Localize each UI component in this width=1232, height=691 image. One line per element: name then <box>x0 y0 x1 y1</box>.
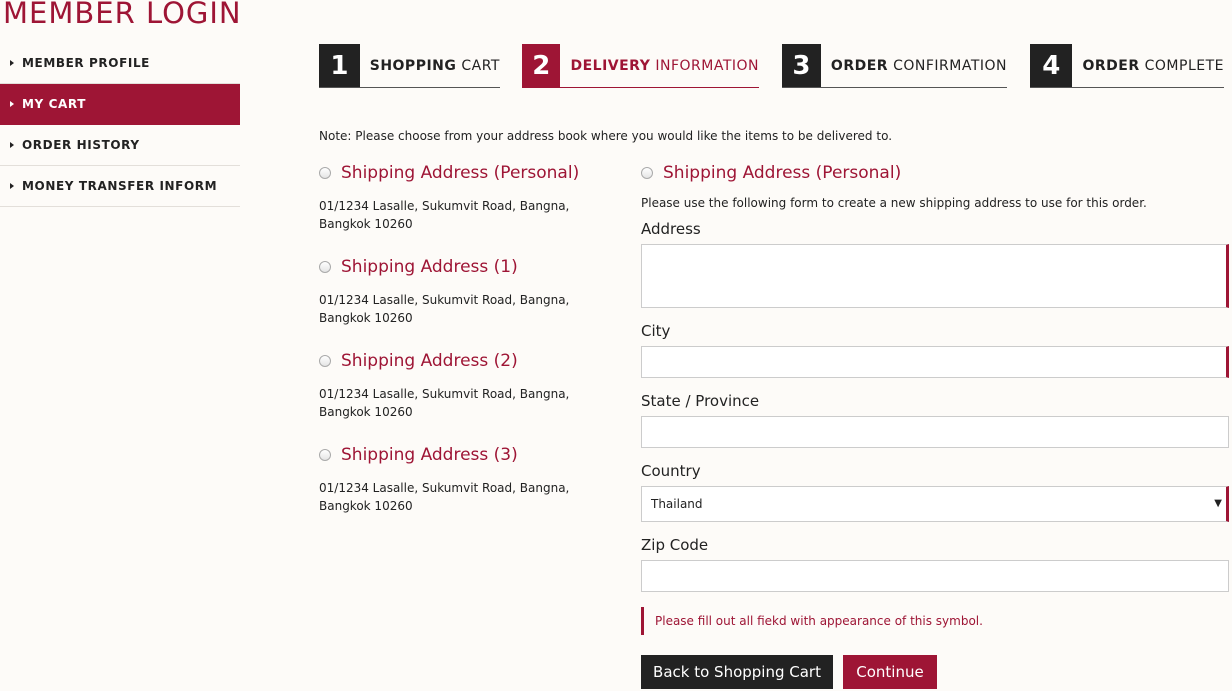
step-label-rest: CART <box>461 57 500 74</box>
triangle-right-icon <box>10 101 14 107</box>
new-address-radio[interactable] <box>641 167 653 179</box>
sidebar-item-order-history[interactable]: ORDER HISTORY <box>0 125 240 166</box>
step-label-bold: ORDER <box>830 57 889 74</box>
address-radio[interactable] <box>319 167 331 179</box>
new-address-form: Shipping Address (Personal) Please use t… <box>641 162 1229 689</box>
sidebar-item-member-profile[interactable]: MEMBER PROFILE <box>0 43 240 84</box>
triangle-right-icon <box>10 60 14 66</box>
address-title: Shipping Address (3) <box>341 445 518 465</box>
address-option-1: Shipping Address (1) 01/1234 Lasalle, Su… <box>319 256 609 327</box>
address-label: Address <box>641 220 701 238</box>
country-label: Country <box>641 462 701 480</box>
address-option-personal: Shipping Address (Personal) 01/1234 Lasa… <box>319 162 609 233</box>
address-title: Shipping Address (Personal) <box>341 163 580 183</box>
required-note: Please fill out all fiekd with appearanc… <box>641 607 983 635</box>
new-address-description: Please use the following form to create … <box>641 196 1147 210</box>
step-number: 1 <box>319 44 360 87</box>
step-order-confirmation[interactable]: 3 ORDER CONFIRMATION <box>782 44 1007 88</box>
state-label: State / Province <box>641 392 760 410</box>
sidebar-item-label: MONEY TRANSFER INFORM <box>22 179 218 193</box>
country-select[interactable]: Thailand ▼ <box>641 486 1229 522</box>
address-title: Shipping Address (2) <box>341 351 518 371</box>
step-label-bold: ORDER <box>1082 57 1140 74</box>
address-line: 01/1234 Lasalle, Sukumvit Road, Bangna, <box>319 481 570 495</box>
step-label: ORDER COMPLETE <box>1072 44 1224 87</box>
continue-button[interactable]: Continue <box>843 655 937 689</box>
address-line: Bangkok 10260 <box>319 311 413 325</box>
step-order-complete[interactable]: 4 ORDER COMPLETE <box>1030 44 1224 88</box>
back-to-cart-button[interactable]: Back to Shopping Cart <box>641 655 833 689</box>
address-option-3: Shipping Address (3) 01/1234 Lasalle, Su… <box>319 444 609 515</box>
address-line: 01/1234 Lasalle, Sukumvit Road, Bangna, <box>319 387 570 401</box>
step-label-rest: COMPLETE <box>1144 57 1224 74</box>
step-number: 4 <box>1030 44 1073 87</box>
step-label: DELIVERY INFORMATION <box>560 44 759 87</box>
address-radio[interactable] <box>319 449 331 461</box>
step-label: ORDER CONFIRMATION <box>821 44 1007 87</box>
step-label-bold: SHOPPING <box>369 57 457 74</box>
address-line: Bangkok 10260 <box>319 499 413 513</box>
sidebar: MEMBER PROFILE MY CART ORDER HISTORY MON… <box>0 43 240 207</box>
step-number: 3 <box>782 44 821 87</box>
page-title: MEMBER LOGIN <box>3 0 242 30</box>
address-line: Bangkok 10260 <box>319 405 413 419</box>
address-line: Bangkok 10260 <box>319 217 413 231</box>
country-value: Thailand <box>651 497 703 511</box>
address-radio[interactable] <box>319 261 331 273</box>
step-label-rest: CONFIRMATION <box>893 57 1007 74</box>
step-label: SHOPPING CART <box>360 44 500 87</box>
delivery-note: Note: Please choose from your address bo… <box>319 129 893 143</box>
address-option-2: Shipping Address (2) 01/1234 Lasalle, Su… <box>319 350 609 421</box>
state-field[interactable] <box>641 416 1229 448</box>
step-delivery-information[interactable]: 2 DELIVERY INFORMATION <box>522 44 759 88</box>
city-label: City <box>641 322 671 340</box>
address-line: 01/1234 Lasalle, Sukumvit Road, Bangna, <box>319 199 570 213</box>
step-label-bold: DELIVERY <box>570 57 651 74</box>
address-line: 01/1234 Lasalle, Sukumvit Road, Bangna, <box>319 293 570 307</box>
address-field[interactable] <box>641 244 1229 308</box>
sidebar-item-my-cart[interactable]: MY CART <box>0 84 240 125</box>
sidebar-item-label: MY CART <box>22 97 86 111</box>
triangle-right-icon <box>10 142 14 148</box>
sidebar-item-label: MEMBER PROFILE <box>22 56 150 70</box>
address-radio[interactable] <box>319 355 331 367</box>
city-field[interactable] <box>641 346 1229 378</box>
sidebar-item-money-transfer-inform[interactable]: MONEY TRANSFER INFORM <box>0 166 240 207</box>
step-label-rest: INFORMATION <box>655 57 759 74</box>
step-shopping-cart[interactable]: 1 SHOPPING CART <box>319 44 500 88</box>
triangle-down-icon: ▼ <box>1214 498 1222 509</box>
address-title: Shipping Address (1) <box>341 257 518 277</box>
step-number: 2 <box>522 44 561 87</box>
new-address-title: Shipping Address (Personal) <box>663 163 902 183</box>
zip-label: Zip Code <box>641 536 709 554</box>
triangle-right-icon <box>10 183 14 189</box>
zip-field[interactable] <box>641 560 1229 592</box>
sidebar-item-label: ORDER HISTORY <box>22 138 140 152</box>
